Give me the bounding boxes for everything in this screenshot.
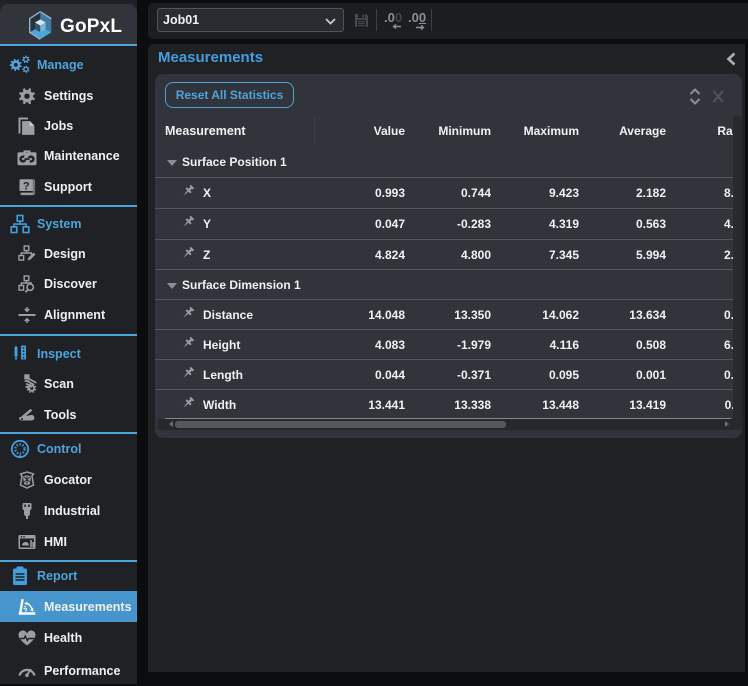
svg-text:?: ? [23, 180, 30, 192]
